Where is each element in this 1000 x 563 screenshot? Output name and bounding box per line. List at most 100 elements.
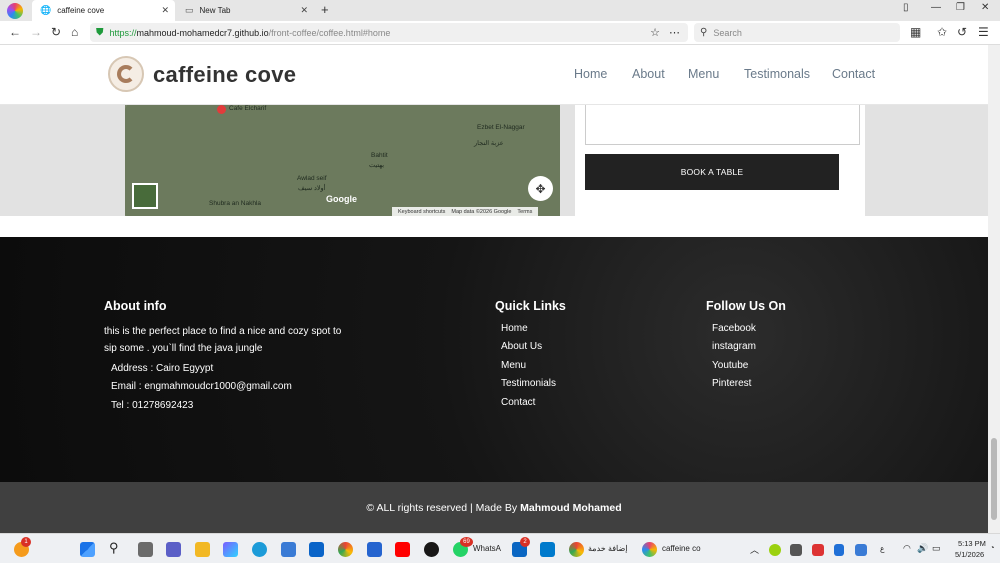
globe-icon: 🌐 bbox=[40, 5, 52, 15]
section-spacer bbox=[0, 216, 988, 237]
social-link-instagram[interactable]: instagram bbox=[712, 341, 756, 352]
footer-link-contact[interactable]: Contact bbox=[501, 397, 535, 408]
footer-link-home[interactable]: Home bbox=[501, 323, 528, 334]
history-icon[interactable]: ↺ bbox=[957, 25, 967, 39]
github-icon[interactable] bbox=[424, 542, 439, 557]
tray-app-icon[interactable] bbox=[855, 544, 867, 556]
chrome-window-label[interactable]: إضافة خدمة bbox=[588, 544, 628, 553]
footer-link-about[interactable]: About Us bbox=[501, 341, 542, 352]
todo-icon[interactable] bbox=[367, 542, 382, 557]
scrollbar-thumb[interactable] bbox=[991, 438, 997, 520]
map-satellite-toggle[interactable] bbox=[132, 183, 158, 209]
email-text: Email : engmahmoudcr1000@gmail.com bbox=[111, 381, 292, 392]
menu-icon[interactable]: ☰ bbox=[978, 25, 989, 39]
copyright-text: © ALL rights reserved | Made By bbox=[366, 501, 518, 514]
chrome-icon[interactable] bbox=[338, 542, 353, 557]
tray-app-icon[interactable] bbox=[769, 544, 781, 556]
brand-name[interactable]: caffeine cove bbox=[153, 62, 296, 88]
favorites-icon[interactable]: ✩ bbox=[937, 25, 947, 39]
extensions-icon[interactable]: ▦ bbox=[910, 25, 921, 39]
youtube-icon[interactable] bbox=[395, 542, 410, 557]
chevron-up-icon[interactable]: ︿ bbox=[750, 543, 759, 556]
close-icon[interactable]: ✕ bbox=[300, 5, 308, 16]
nav-testimonals[interactable]: Testimonals bbox=[744, 67, 810, 81]
chrome-icon[interactable] bbox=[569, 542, 584, 557]
windows-start-icon[interactable] bbox=[80, 542, 95, 557]
minimize-icon[interactable]: — bbox=[931, 2, 941, 13]
file-explorer-icon[interactable] bbox=[195, 542, 210, 557]
coffee-logo-icon[interactable] bbox=[108, 56, 144, 92]
reload-icon[interactable]: ↻ bbox=[51, 25, 61, 39]
task-view-icon[interactable] bbox=[138, 542, 153, 557]
map-label: Cafe Elcharif bbox=[229, 105, 267, 112]
teams-icon[interactable] bbox=[166, 542, 181, 557]
back-arrow-icon[interactable]: ← bbox=[9, 25, 21, 39]
browser-icon[interactable] bbox=[642, 542, 657, 557]
active-window-label[interactable]: caffeine co bbox=[662, 544, 701, 553]
terms-link[interactable]: Terms bbox=[517, 209, 532, 215]
language-indicator[interactable]: ع bbox=[880, 544, 884, 553]
keyboard-shortcuts-link[interactable]: Keyboard shortcuts bbox=[398, 209, 445, 215]
clock-time[interactable]: 5:13 PM bbox=[958, 539, 986, 548]
search-input[interactable]: ⚲ Search bbox=[694, 23, 900, 42]
volume-icon[interactable]: 🔊 bbox=[917, 543, 928, 554]
tray-app-icon[interactable] bbox=[812, 544, 824, 556]
browser-logo-icon[interactable] bbox=[7, 3, 23, 19]
restore-icon[interactable]: ❐ bbox=[956, 2, 965, 13]
more-icon[interactable]: ⋯ bbox=[669, 26, 680, 39]
clock-date[interactable]: 5/1/2026 bbox=[955, 550, 984, 559]
star-icon[interactable]: ☆ bbox=[650, 26, 660, 39]
copilot-icon[interactable] bbox=[223, 542, 238, 557]
forward-arrow-icon[interactable]: → bbox=[30, 25, 42, 39]
address-bar[interactable]: ⛊ https:// mahmoud-mohamedcr7.github.io … bbox=[90, 23, 688, 42]
tab-caffeine-cove[interactable]: 🌐 caffeine cove ✕ bbox=[32, 0, 175, 21]
sidebar-toggle-icon[interactable]: ▯ bbox=[903, 2, 909, 13]
map-label: عزبة النجار bbox=[474, 140, 504, 147]
wifi-icon[interactable]: ◠ bbox=[903, 543, 911, 554]
taskbar: 1 ⚲ 69 WhatsA 2 إضافة خدمة caffeine co ︿… bbox=[0, 533, 1000, 563]
map-pin-icon[interactable] bbox=[217, 105, 226, 114]
social-link-youtube[interactable]: Youtube bbox=[712, 360, 748, 371]
shield-icon: ⛊ bbox=[96, 27, 104, 38]
book-table-button[interactable]: BOOK A TABLE bbox=[585, 154, 839, 190]
footer-link-testimonials[interactable]: Testimonials bbox=[501, 378, 556, 389]
bluetooth-icon[interactable] bbox=[834, 544, 844, 556]
social-link-pinterest[interactable]: Pinterest bbox=[712, 378, 751, 389]
map-label: Bahtit bbox=[371, 152, 388, 159]
quick-links-title: Quick Links bbox=[495, 299, 566, 313]
nav-about[interactable]: About bbox=[632, 67, 665, 81]
new-tab-icon[interactable]: + bbox=[321, 2, 329, 17]
edge-icon[interactable] bbox=[252, 542, 267, 557]
copyright-bar: © ALL rights reserved | Made By Mahmoud … bbox=[0, 482, 988, 533]
close-window-icon[interactable]: ✕ bbox=[981, 2, 989, 13]
url-path: /front-coffee/coffee.html#home bbox=[268, 27, 391, 38]
social-link-facebook[interactable]: Facebook bbox=[712, 323, 756, 334]
whatsapp-label[interactable]: WhatsA bbox=[473, 544, 501, 553]
map-label: Shubra an Nakhla bbox=[209, 200, 262, 207]
outlook-icon[interactable] bbox=[309, 542, 324, 557]
page-icon: ▭ bbox=[185, 5, 194, 15]
map-attribution: Keyboard shortcuts Map data ©2026 Google… bbox=[392, 207, 539, 216]
home-icon[interactable]: ⌂ bbox=[71, 25, 78, 39]
notification-badge: 1 bbox=[21, 537, 31, 547]
message-textarea[interactable] bbox=[585, 105, 860, 145]
search-placeholder: Search bbox=[713, 27, 742, 38]
close-icon[interactable]: ✕ bbox=[161, 5, 169, 16]
vscode-icon[interactable] bbox=[540, 542, 555, 557]
tray-app-icon[interactable] bbox=[790, 544, 802, 556]
battery-icon[interactable]: ▭ bbox=[932, 543, 941, 554]
store-icon[interactable] bbox=[281, 542, 296, 557]
map-label: Ezbet El-Naggar bbox=[477, 124, 525, 131]
nav-menu[interactable]: Menu bbox=[688, 67, 719, 81]
google-map[interactable]: Cafe Elcharif Ezbet El-Naggar عزبة النجا… bbox=[125, 105, 560, 216]
tab-new-tab[interactable]: ▭ New Tab ✕ bbox=[177, 0, 314, 21]
url-scheme: https:// bbox=[109, 27, 137, 38]
footer-link-menu[interactable]: Menu bbox=[501, 360, 526, 371]
search-icon[interactable]: ⚲ bbox=[109, 540, 124, 555]
nav-contact[interactable]: Contact bbox=[832, 67, 875, 81]
notifications-icon[interactable]: ◔ bbox=[990, 543, 995, 552]
whatsapp-badge: 69 bbox=[460, 537, 473, 547]
site-footer: About info this is the perfect place to … bbox=[0, 237, 988, 482]
map-camera-control-icon[interactable]: ✥ bbox=[528, 176, 553, 201]
nav-home[interactable]: Home bbox=[574, 67, 607, 81]
